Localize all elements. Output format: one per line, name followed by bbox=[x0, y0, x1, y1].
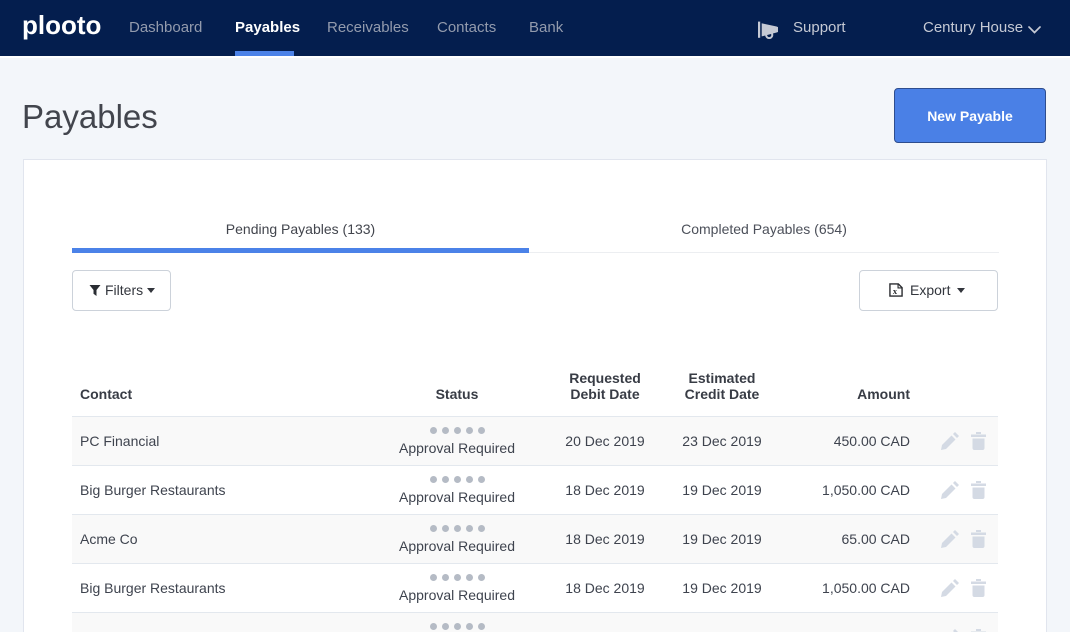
svg-text:x: x bbox=[893, 287, 898, 296]
